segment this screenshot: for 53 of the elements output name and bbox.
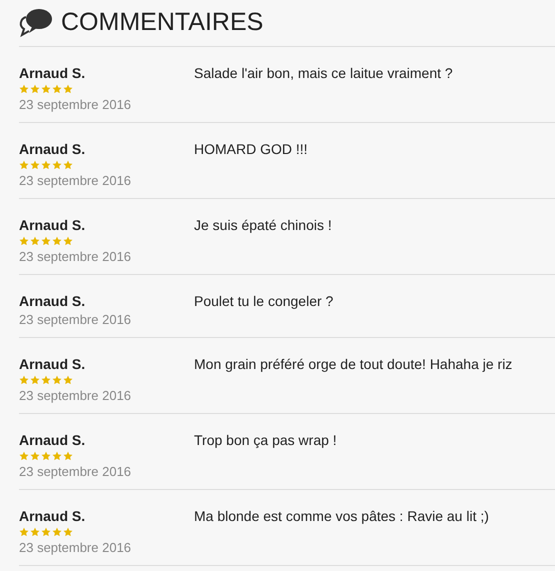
star-icon bbox=[30, 160, 40, 170]
star-icon bbox=[52, 450, 62, 460]
star-icon bbox=[19, 526, 29, 536]
star-icon bbox=[52, 160, 62, 170]
star-icon bbox=[30, 450, 40, 460]
comment-text: Poulet tu le congeler ? bbox=[194, 292, 334, 311]
star-icon bbox=[41, 84, 51, 94]
comment-date: 23 septembre 2016 bbox=[19, 539, 132, 557]
star-icon bbox=[30, 84, 40, 94]
star-icon bbox=[52, 526, 62, 536]
comment-text: HOMARD GOD !!! bbox=[194, 140, 308, 159]
comment-date: 23 septembre 2016 bbox=[19, 311, 132, 329]
star-icon bbox=[30, 236, 40, 246]
comment-text: Salade l'air bon, mais ce laitue vraiment ? bbox=[194, 64, 453, 83]
star-icon bbox=[30, 374, 40, 384]
comment-date: 23 septembre 2016 bbox=[19, 463, 132, 481]
comment-text: Mon grain préféré orge de tout doute! Hahaha je riz bbox=[194, 355, 512, 374]
star-icon bbox=[63, 526, 73, 536]
star-icon bbox=[41, 374, 51, 384]
star-icon bbox=[41, 236, 51, 246]
star-icon bbox=[63, 236, 73, 246]
comment-date: 23 septembre 2016 bbox=[19, 172, 132, 190]
section-title: COMMENTAIRES bbox=[61, 7, 264, 38]
star-icon bbox=[30, 526, 40, 536]
comment-date: 23 septembre 2016 bbox=[19, 387, 132, 405]
comment-text: Ma blonde est comme vos pâtes : Ravie au lit ;) bbox=[194, 507, 489, 526]
speech-bubbles-icon bbox=[19, 8, 53, 38]
author-name: Arnaud S. bbox=[19, 507, 86, 525]
star-icon bbox=[52, 236, 62, 246]
star-icon bbox=[19, 450, 29, 460]
star-icon bbox=[63, 160, 73, 170]
star-icon bbox=[63, 84, 73, 94]
star-icon bbox=[19, 160, 29, 170]
author-name: Arnaud S. bbox=[19, 64, 86, 82]
comment-text: Trop bon ça pas wrap ! bbox=[194, 431, 337, 450]
author-name: Arnaud S. bbox=[19, 140, 86, 158]
comment-text: Je suis épaté chinois ! bbox=[194, 216, 332, 235]
star-icon bbox=[19, 84, 29, 94]
author-name: Arnaud S. bbox=[19, 431, 86, 449]
star-icon bbox=[52, 84, 62, 94]
author-name: Arnaud S. bbox=[19, 216, 86, 234]
star-icon bbox=[52, 374, 62, 384]
star-icon bbox=[63, 450, 73, 460]
comment-date: 23 septembre 2016 bbox=[19, 248, 132, 266]
star-icon bbox=[41, 526, 51, 536]
author-name: Arnaud S. bbox=[19, 355, 86, 373]
author-name: Arnaud S. bbox=[19, 292, 86, 310]
comment-date: 23 septembre 2016 bbox=[19, 96, 132, 114]
star-icon bbox=[19, 236, 29, 246]
star-icon bbox=[41, 450, 51, 460]
star-icon bbox=[19, 374, 29, 384]
star-icon bbox=[63, 374, 73, 384]
star-icon bbox=[41, 160, 51, 170]
